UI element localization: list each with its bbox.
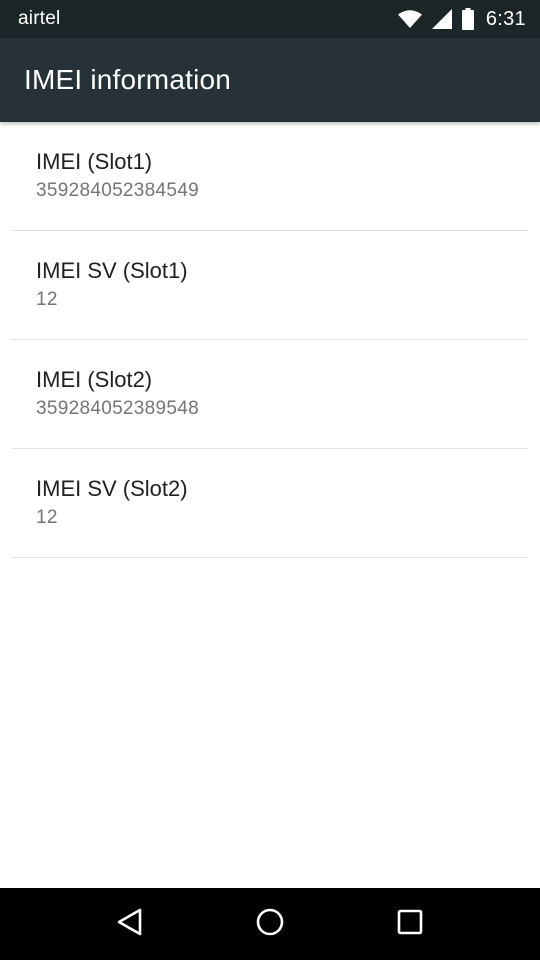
list-item-title: IMEI (Slot1) [36,149,153,174]
list-item-summary: 359284052384549 [36,180,200,201]
back-button[interactable] [100,894,160,954]
navigation-bar [0,888,540,960]
home-button[interactable] [240,894,300,954]
app-bar: IMEI information [0,38,540,122]
signal-icon [431,9,452,29]
list-item-title: IMEI SV (Slot1) [36,258,188,283]
list-item-title: IMEI SV (Slot2) [36,476,188,501]
list-item-summary: 12 [36,507,58,528]
list-item-imei-sv-slot1[interactable]: IMEI SV (Slot1) 12 [12,231,528,340]
list-item-title: IMEI (Slot2) [36,367,153,392]
list-item-imei-slot2[interactable]: IMEI (Slot2) 359284052389548 [12,340,528,449]
page-title: IMEI information [24,64,232,95]
list-item-imei-slot1[interactable]: IMEI (Slot1) 359284052384549 [12,122,528,231]
imei-list: IMEI (Slot1) 359284052384549 IMEI SV (Sl… [0,122,540,558]
list-item-imei-sv-slot2[interactable]: IMEI SV (Slot2) 12 [12,449,528,558]
recents-button[interactable] [380,894,440,954]
back-icon [116,908,144,941]
list-item-summary: 359284052389548 [36,398,200,419]
clock: 6:31 [485,7,526,30]
recents-icon [397,909,423,940]
home-icon [255,907,285,942]
wifi-icon [397,10,422,28]
status-bar: airtel 6:31 [0,0,540,38]
battery-icon [461,8,474,30]
list-item-summary: 12 [36,289,58,310]
status-icons: 6:31 [388,8,526,31]
carrier-name: airtel [18,8,61,29]
